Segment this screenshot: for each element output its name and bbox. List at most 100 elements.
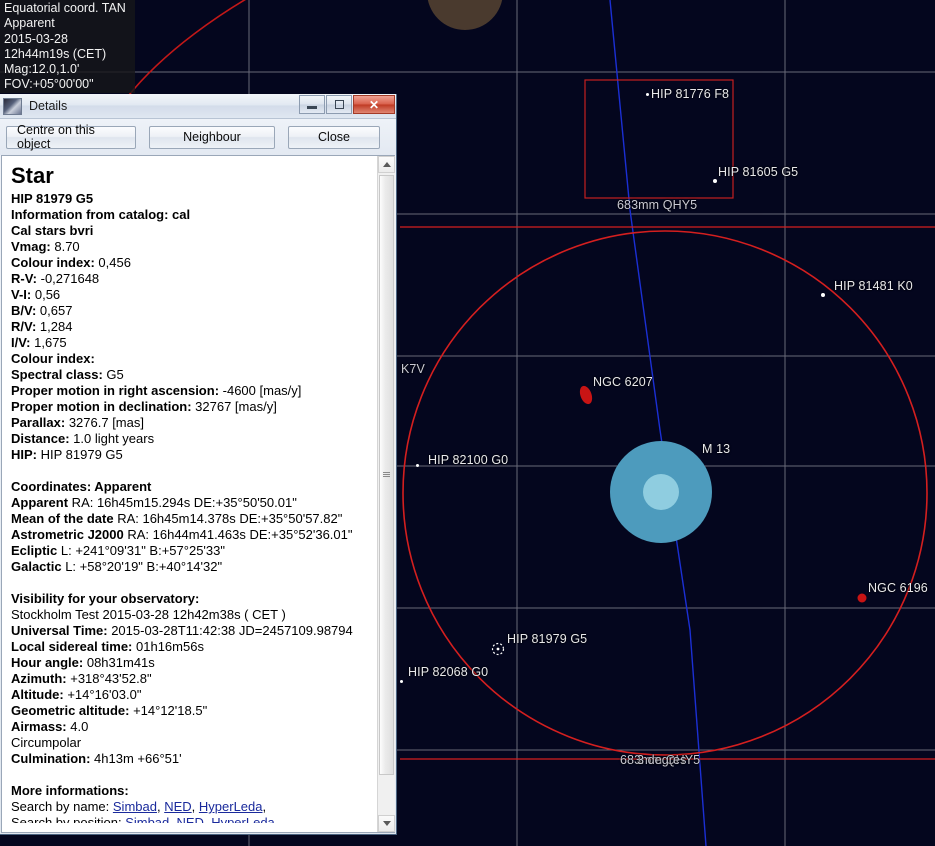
- property-label: Proper motion in right ascension:: [11, 383, 220, 398]
- close-icon: ✕: [368, 97, 380, 112]
- coordinate-row-4: Galactic L: +58°20'19" B:+40°14'32": [11, 559, 373, 575]
- maximize-icon: [334, 100, 344, 109]
- scrollbar-thumb[interactable]: [379, 175, 394, 775]
- minimize-button[interactable]: [299, 95, 325, 114]
- sky-label-k7v[interactable]: K7V: [401, 362, 425, 376]
- star-point[interactable]: [713, 179, 717, 183]
- planet-disc: [427, 0, 503, 30]
- sky-label-hip-81776[interactable]: HIP 81776 F8: [651, 87, 729, 101]
- coordinate-row-2: Astrometric J2000 RA: 16h44m41.463s DE:+…: [11, 527, 373, 543]
- property-row-1: Information from catalog: cal: [11, 207, 373, 223]
- property-value: L: +241°09'31" B:+57°25'33": [57, 543, 225, 558]
- property-label: Distance:: [11, 431, 70, 446]
- sky-label-ngc-6207[interactable]: NGC 6207: [593, 375, 653, 389]
- centre-on-object-button[interactable]: Centre on this object: [6, 123, 136, 151]
- property-row-12: Proper motion in right ascension: -4600 …: [11, 383, 373, 399]
- more-informations-heading: More informations:: [11, 783, 129, 798]
- visibility-row-5: Altitude: +14°16'03.0": [11, 687, 373, 703]
- property-label: Spectral class:: [11, 367, 103, 382]
- property-row-10: Colour index:: [11, 351, 373, 367]
- property-value: L: +58°20'19" B:+40°14'32": [61, 559, 223, 574]
- chevron-up-icon: [382, 162, 391, 167]
- chart-info-overlay: Equatorial coord. TAN Apparent 2015-03-2…: [0, 0, 135, 93]
- property-label: I/V:: [11, 335, 31, 350]
- chart-info-fov: FOV:+05°00'00": [4, 77, 94, 92]
- star-point[interactable]: [416, 464, 419, 467]
- property-row-13: Proper motion in declination: 32767 [mas…: [11, 399, 373, 415]
- property-label: Vmag:: [11, 239, 51, 254]
- link-simbad-position[interactable]: Simbad: [125, 815, 169, 823]
- property-label: Local sidereal time:: [11, 639, 133, 654]
- sky-label-hip-82068[interactable]: HIP 82068 G0: [408, 665, 488, 679]
- link-ned-position[interactable]: NED: [177, 815, 204, 823]
- details-window[interactable]: Details ✕ Centre on this object Neighbou…: [0, 94, 397, 835]
- visibility-row-4: Azimuth: +318°43'52.8": [11, 671, 373, 687]
- property-value: 1.0 light years: [69, 431, 155, 446]
- property-row-9: I/V: 1,675: [11, 335, 373, 351]
- search-by-position-row: Search by position: Simbad, NED, HyperLe…: [11, 815, 373, 823]
- section-spacer-3: [11, 767, 373, 783]
- visibility-row-7: Airmass: 4.0: [11, 719, 373, 735]
- close-window-button[interactable]: ✕: [353, 95, 395, 114]
- sky-label-hip-81979[interactable]: HIP 81979 G5: [507, 632, 587, 646]
- property-value: 0,657: [36, 303, 73, 318]
- sky-label-m13[interactable]: M 13: [702, 442, 730, 456]
- chart-info-apparent: Apparent: [4, 16, 55, 31]
- link-hyperleda-position[interactable]: HyperLeda: [211, 815, 275, 823]
- property-label: Ecliptic: [11, 543, 58, 558]
- neighbour-button[interactable]: Neighbour: [149, 125, 275, 149]
- star-point[interactable]: [646, 93, 649, 96]
- property-label: Galactic: [11, 559, 62, 574]
- sky-label-hip-82100[interactable]: HIP 82100 G0: [428, 453, 508, 467]
- property-label: R/V:: [11, 319, 37, 334]
- chevron-down-icon: [382, 821, 391, 826]
- property-row-0: HIP 81979 G5: [11, 191, 373, 207]
- details-window-titlebar[interactable]: Details ✕: [0, 94, 396, 119]
- scroll-up-button[interactable]: [378, 156, 395, 173]
- property-value: -4600 [mas/y]: [219, 383, 302, 398]
- link-simbad-name[interactable]: Simbad: [113, 799, 157, 814]
- property-row-11: Spectral class: G5: [11, 367, 373, 383]
- sky-label-hip-81605[interactable]: HIP 81605 G5: [718, 165, 798, 179]
- property-label: HIP 81979 G5: [11, 191, 94, 206]
- property-value: Circumpolar: [11, 735, 82, 750]
- star-point[interactable]: [821, 293, 825, 297]
- property-row-14: Parallax: 3276.7 [mas]: [11, 415, 373, 431]
- link-hyperleda-name[interactable]: HyperLeda: [199, 799, 263, 814]
- details-scrollbar[interactable]: [377, 156, 395, 832]
- property-value: 0,56: [31, 287, 61, 302]
- property-label: Airmass:: [11, 719, 67, 734]
- property-value: RA: 16h45m15.294s DE:+35°50'50.01": [68, 495, 297, 510]
- property-value: Stockholm Test 2015-03-28 12h42m38s ( CE…: [11, 607, 286, 622]
- coordinates-heading: Coordinates: Apparent: [11, 479, 152, 494]
- maximize-button[interactable]: [326, 95, 352, 114]
- details-toolbar: Centre on this object Neighbour Close: [0, 119, 396, 155]
- property-row-15: Distance: 1.0 light years: [11, 431, 373, 447]
- scroll-down-button[interactable]: [378, 815, 395, 832]
- ngc-6207-marker: [579, 385, 593, 405]
- property-label: Cal stars bvri: [11, 223, 94, 238]
- property-row-5: R-V: -0,271648: [11, 271, 373, 287]
- property-label: Colour index:: [11, 255, 95, 270]
- property-value: RA: 16h44m41.463s DE:+35°52'36.01": [123, 527, 353, 542]
- property-label: Proper motion in declination:: [11, 399, 192, 414]
- close-button[interactable]: Close: [288, 125, 380, 149]
- ngc-6196-marker: [857, 593, 867, 603]
- chart-info-magnitude: Mag:12.0,1.0': [4, 62, 80, 77]
- minimize-icon: [307, 106, 317, 109]
- property-label: Apparent: [11, 495, 69, 510]
- property-row-16: HIP: HIP 81979 G5: [11, 447, 373, 463]
- link-ned-name[interactable]: NED: [164, 799, 191, 814]
- app-icon: [3, 97, 22, 115]
- property-value: G5: [102, 367, 124, 382]
- property-value: 1,284: [36, 319, 73, 334]
- visibility-row-9: Culmination: 4h13m +66°51': [11, 751, 373, 767]
- star-point[interactable]: [400, 680, 403, 683]
- sky-label-ngc-6196[interactable]: NGC 6196: [868, 581, 928, 595]
- property-value: -0,271648: [37, 271, 100, 286]
- sky-label-hip-81481[interactable]: HIP 81481 K0: [834, 279, 913, 293]
- property-value: 3276.7 [mas]: [65, 415, 144, 430]
- property-label: Altitude:: [11, 687, 64, 702]
- property-label: Parallax:: [11, 415, 66, 430]
- property-value: 08h31m41s: [83, 655, 155, 670]
